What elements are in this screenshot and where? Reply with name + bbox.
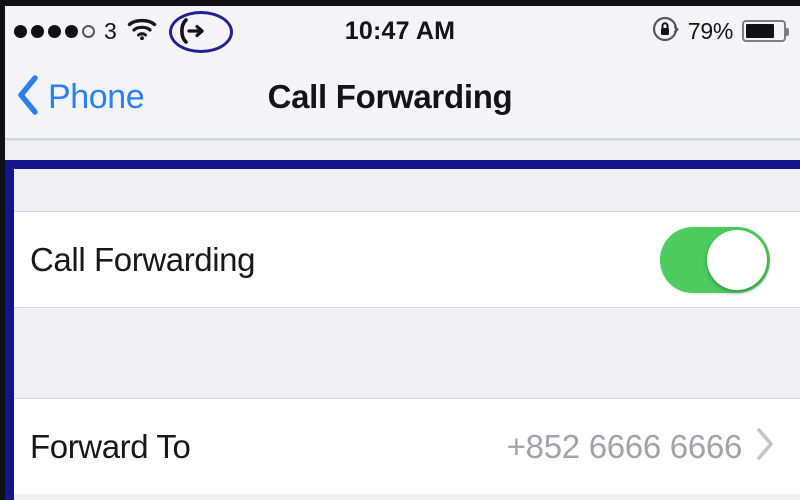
settings-list: Call Forwarding Forward To +852 6666 666… [0, 140, 800, 500]
row-accessory: +852 6666 6666 [507, 424, 778, 469]
row-label: Forward To [30, 427, 191, 465]
iphone-screen: 3 10:47 AM 79% Phone Call Forwarding Cal… [0, 0, 800, 500]
table-row-forward-to[interactable]: Forward To +852 6666 6666 [0, 399, 800, 494]
navigation-bar: Phone Call Forwarding [0, 56, 800, 140]
section-spacer-middle [0, 307, 800, 399]
status-bar: 3 10:47 AM 79% [0, 6, 800, 56]
section-spacer-top [0, 140, 800, 212]
rotation-lock-icon [651, 15, 679, 48]
call-forwarding-toggle[interactable] [660, 226, 770, 293]
battery-fill-level [746, 24, 775, 38]
row-accessory [660, 226, 778, 293]
battery-icon [742, 20, 789, 42]
status-bar-right-group: 79% [651, 6, 789, 56]
row-label: Call Forwarding [30, 240, 256, 278]
left-letterbox-bar [0, 0, 5, 500]
page-title: Call Forwarding [267, 78, 513, 115]
toggle-knob [707, 229, 767, 290]
chevron-right-icon [752, 424, 778, 469]
table-row-call-forwarding[interactable]: Call Forwarding [0, 212, 800, 307]
battery-percentage: 79% [687, 17, 733, 44]
forward-to-value: +852 6666 6666 [506, 427, 743, 465]
